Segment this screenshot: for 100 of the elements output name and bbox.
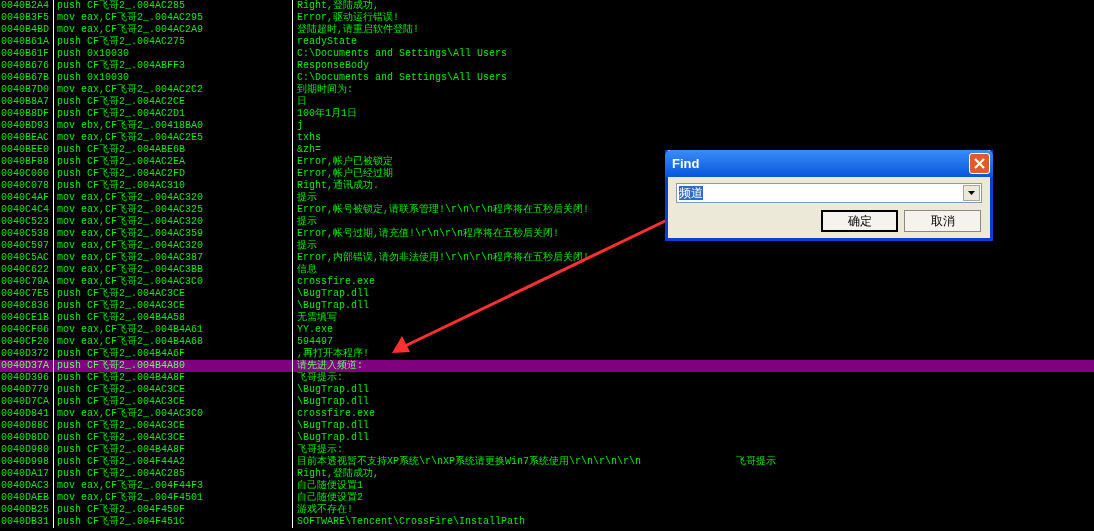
close-button[interactable] (969, 153, 990, 174)
string-cell-text: Error,驱动运行错误! (297, 12, 399, 23)
listing-row[interactable]: 0040BEAC mov eax,CF飞哥2_.004AC2E5 txhs (0, 132, 1094, 144)
address-cell: 0040D7CA (1, 396, 49, 407)
address-cell: 0040D88C (1, 420, 49, 431)
string-cell-text: ,再打开本程序! (297, 348, 369, 359)
caret-icon (968, 191, 975, 195)
instruction-cell: push CF飞哥2_.004AC3CE (57, 288, 186, 299)
listing-row[interactable]: 0040C7E5 push CF飞哥2_.004AC3CE \BugTrap.dll (0, 288, 1094, 300)
address-cell: 0040DB31 (1, 516, 49, 527)
listing-row[interactable]: 0040D7CA push CF飞哥2_.004AC3CE \BugTrap.dll (0, 396, 1094, 408)
string-cell: 100年1月1日 (297, 108, 357, 120)
listing-row[interactable]: 0040B3F5 mov eax,CF飞哥2_.004AC295 Error,驱动运行错误! (0, 12, 1094, 24)
instruction-cell: push CF飞哥2_.004AC285 (57, 0, 186, 11)
listing-row[interactable]: 0040D396 push CF飞哥2_.004B4A8F 飞哥提示: (0, 372, 1094, 384)
listing-row[interactable]: 0040CF06 mov eax,CF飞哥2_.004B4A61 YY.exe (0, 324, 1094, 336)
listing-row[interactable]: 0040DB31 push CF飞哥2_.004F451C SOFTWARE\Tencent\CrossFire\InstallPath (0, 516, 1094, 528)
string-cell: 游戏不存在! (297, 504, 353, 516)
string-cell: 提示 (297, 192, 317, 204)
find-combo-box[interactable]: 频道 (676, 183, 982, 203)
listing-row[interactable]: 0040C836 push CF飞哥2_.004AC3CE \BugTrap.dll (0, 300, 1094, 312)
instruction-cell: push CF飞哥2_.004B4A6F (57, 348, 186, 359)
listing-row[interactable]: 0040D998 push CF飞哥2_.004F44A2 目前本透视暂不支持XP系统\r\nXP系统请更换Win7系统使用\r\n\r\n\r\n 飞哥提示 (0, 456, 1094, 468)
address-cell: 0040D998 (1, 456, 49, 467)
string-cell: 提示 (297, 216, 317, 228)
string-cell: Error,帐号过期,请充值!\r\n\r\n程序将在五秒后关闭! (297, 228, 560, 240)
address-cell: 0040D372 (1, 348, 49, 359)
string-cell: \BugTrap.dll (297, 300, 369, 312)
instruction-cell: push CF飞哥2_.004AC3CE (57, 396, 186, 407)
string-cell: YY.exe (297, 324, 333, 336)
address-cell: 0040C836 (1, 300, 49, 311)
listing-row[interactable]: 0040CF20 mov eax,CF飞哥2_.004B4A68 594497 (0, 336, 1094, 348)
instruction-cell: push CF飞哥2_.004F451C (57, 516, 186, 527)
instruction-cell: push CF飞哥2_.004B4A8F (57, 444, 186, 455)
dropdown-button[interactable] (963, 185, 980, 201)
string-cell: 飞哥提示 (736, 456, 777, 468)
instruction-cell: push CF飞哥2_.004B4A58 (57, 312, 186, 323)
address-cell: 0040DB25 (1, 504, 49, 515)
address-cell: 0040C523 (1, 216, 49, 227)
instruction-cell: mov eax,CF飞哥2_.004B4A61 (57, 324, 204, 335)
listing-row[interactable]: 0040B8A7 push CF飞哥2_.004AC2CE 日 (0, 96, 1094, 108)
address-cell: 0040C597 (1, 240, 49, 251)
string-cell: 自己随便设置2 (297, 492, 363, 504)
string-cell: 飞哥提示: (297, 444, 343, 456)
listing-row[interactable]: 0040B8DF push CF飞哥2_.004AC2D1 100年1月1日 (0, 108, 1094, 120)
instruction-cell: mov eax,CF飞哥2_.004AC320 (57, 216, 204, 227)
instruction-cell: mov eax,CF飞哥2_.004AC2A9 (57, 24, 204, 35)
listing-row[interactable]: 0040D88C push CF飞哥2_.004AC3CE \BugTrap.dll (0, 420, 1094, 432)
dialog-button[interactable]: 确定 (821, 210, 898, 232)
listing-row[interactable]: 0040D841 mov eax,CF飞哥2_.004AC3C0 crossfire.exe (0, 408, 1094, 420)
listing-row[interactable]: 0040DB25 push CF飞哥2_.004F450F 游戏不存在! (0, 504, 1094, 516)
listing-row[interactable]: 0040C79A mov eax,CF飞哥2_.004AC3C0 crossfire.exe (0, 276, 1094, 288)
instruction-cell: push CF飞哥2_.004ABE6B (57, 144, 186, 155)
instruction-cell: mov eax,CF飞哥2_.004AC2E5 (57, 132, 204, 143)
string-cell: \BugTrap.dll (297, 396, 369, 408)
listing-row[interactable]: 0040D37A push CF飞哥2_.004B4A80 请先进入频道: (0, 360, 1094, 372)
listing-row[interactable]: 0040DAC3 mov eax,CF飞哥2_.004F44F3 自己随便设置1 (0, 480, 1094, 492)
string-cell: ResponseBody (297, 60, 369, 72)
listing-row[interactable]: 0040B7D0 mov eax,CF飞哥2_.004AC2C2 到期时间为: (0, 84, 1094, 96)
instruction-cell: mov eax,CF飞哥2_.004AC3BB (57, 264, 204, 275)
string-cell: \BugTrap.dll (297, 288, 369, 300)
string-cell: \BugTrap.dll (297, 384, 369, 396)
listing-row[interactable]: 0040BEE0 push CF飞哥2_.004ABE6B &zh= (0, 144, 1094, 156)
listing-row[interactable]: 0040DA17 push CF飞哥2_.004AC285 Right,登陆成功, (0, 468, 1094, 480)
listing-row[interactable]: 0040D779 push CF飞哥2_.004AC3CE \BugTrap.dll (0, 384, 1094, 396)
string-cell: readyState (297, 36, 357, 48)
dialog-button[interactable]: 取消 (904, 210, 981, 232)
address-cell: 0040D779 (1, 384, 49, 395)
listing-row[interactable]: 0040B4BD mov eax,CF飞哥2_.004AC2A9 登陆超时,请重启软件登陆! (0, 24, 1094, 36)
instruction-cell: mov eax,CF飞哥2_.004AC3C0 (57, 408, 204, 419)
listing-row[interactable]: 0040B2A4 push CF飞哥2_.004AC285 Right,登陆成功, (0, 0, 1094, 12)
string-cell: Right,登陆成功, (297, 468, 379, 480)
listing-row[interactable]: 0040C597 mov eax,CF飞哥2_.004AC320 提示 (0, 240, 1094, 252)
listing-row[interactable]: 0040BD93 mov ebx,CF飞哥2_.00418BA0 j (0, 120, 1094, 132)
address-cell: 0040DA17 (1, 468, 49, 479)
listing-row[interactable]: 0040DAEB mov eax,CF飞哥2_.004F4501 自己随便设置2 (0, 492, 1094, 504)
instruction-cell: push CF飞哥2_.004ABFF3 (57, 60, 186, 71)
address-cell: 0040B676 (1, 60, 49, 71)
instruction-cell: push CF飞哥2_.004AC3CE (57, 432, 186, 443)
listing-row[interactable]: 0040CE1B push CF飞哥2_.004B4A58 无需填写 (0, 312, 1094, 324)
instruction-cell: push CF飞哥2_.004F450F (57, 504, 186, 515)
address-cell: 0040BF88 (1, 156, 49, 167)
string-cell: &zh= (297, 144, 321, 156)
listing-row[interactable]: 0040B67B push 0x10030 C:\Documents and Settings\All Users (0, 72, 1094, 84)
listing-row[interactable]: 0040C622 mov eax,CF飞哥2_.004AC3BB 信息 (0, 264, 1094, 276)
instruction-cell: push CF飞哥2_.004AC3CE (57, 384, 186, 395)
instruction-cell: push 0x10030 (57, 72, 129, 83)
listing-row[interactable]: 0040D8DD push CF飞哥2_.004AC3CE \BugTrap.dll (0, 432, 1094, 444)
listing-row[interactable]: 0040B61F push 0x10030 C:\Documents and Settings\All Users (0, 48, 1094, 60)
address-cell: 0040BEAC (1, 132, 49, 143)
listing-row[interactable]: 0040B61A push CF飞哥2_.004AC275 readyState (0, 36, 1094, 48)
instruction-cell: push CF飞哥2_.004AC2D1 (57, 108, 186, 119)
instruction-cell: push CF飞哥2_.004B4A80 (57, 360, 186, 371)
string-cell: 提示 (297, 240, 317, 252)
listing-row[interactable]: 0040D980 push CF飞哥2_.004B4A8F 飞哥提示: (0, 444, 1094, 456)
listing-row[interactable]: 0040B676 push CF飞哥2_.004ABFF3 ResponseBody (0, 60, 1094, 72)
instruction-cell: mov eax,CF飞哥2_.004AC325 (57, 204, 204, 215)
instruction-cell: push CF飞哥2_.004AC2EA (57, 156, 186, 167)
instruction-cell: mov eax,CF飞哥2_.004AC387 (57, 252, 204, 263)
find-field-value: 频道 (679, 186, 703, 200)
